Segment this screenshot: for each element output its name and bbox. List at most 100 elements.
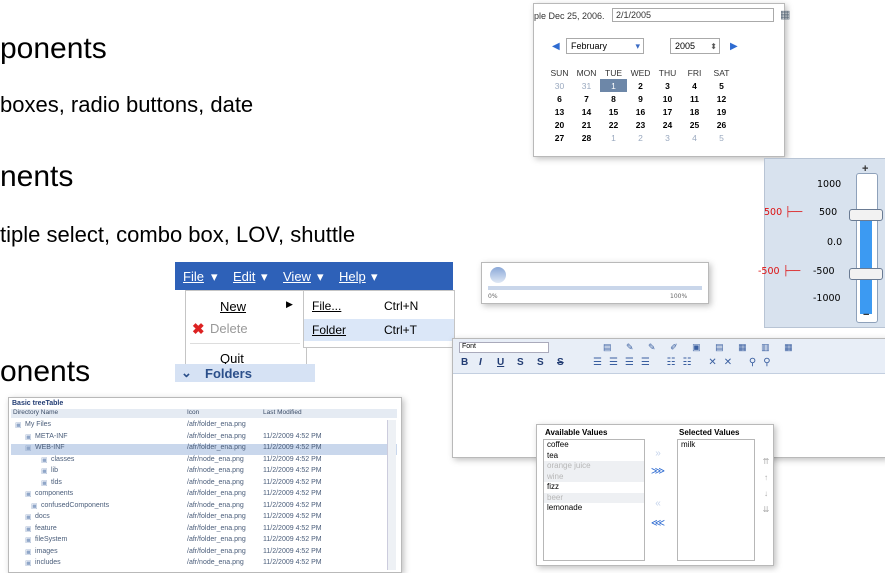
calendar-day[interactable]: 9	[627, 92, 654, 105]
list-item[interactable]: beer	[544, 492, 644, 503]
calendar-day[interactable]: 22	[600, 118, 627, 131]
calendar-day[interactable]: 4	[681, 131, 708, 144]
calendar-day[interactable]: 5	[708, 79, 735, 92]
underline-button[interactable]: U	[497, 357, 504, 368]
calendar-day[interactable]: 18	[681, 105, 708, 118]
menu-edit[interactable]: Edit	[233, 269, 255, 284]
calendar-day[interactable]: 27	[546, 131, 573, 144]
folder-icon: ▣	[25, 525, 32, 533]
available-values-list[interactable]: coffee tea orange juice wine fizz beer lemonad…	[543, 439, 645, 561]
menu-help[interactable]: Help	[339, 269, 366, 284]
menu-item-new[interactable]: New	[220, 299, 246, 314]
calendar-day[interactable]: 15	[600, 105, 627, 118]
strikethrough-button[interactable]: S	[557, 357, 564, 368]
list-item[interactable]: wine	[544, 471, 644, 482]
calendar-day[interactable]: 16	[627, 105, 654, 118]
move-bottom-icon[interactable]: ⇊	[757, 503, 775, 517]
calendar-day[interactable]: 23	[627, 118, 654, 131]
minus-icon[interactable]: −	[863, 309, 869, 321]
calendar-day[interactable]: 21	[573, 118, 600, 131]
table-row[interactable]: ▣ tlds/afr/node_ena.png 11/2/2009 4:52 PM	[11, 479, 397, 490]
calendar-day[interactable]: 1	[600, 131, 627, 144]
list-item[interactable]: lemonade	[544, 503, 644, 514]
menu-view[interactable]: View	[283, 269, 311, 284]
list-item[interactable]: coffee	[544, 440, 644, 451]
submenu-item-folder[interactable]: Folder	[312, 323, 346, 337]
column-header-icon[interactable]: Icon	[187, 409, 199, 416]
move-all-icon[interactable]: ⋙	[649, 465, 667, 479]
slider-lower-thumb[interactable]	[849, 268, 883, 280]
move-top-icon[interactable]: ⇈	[757, 455, 775, 469]
calendar-day[interactable]: 28	[573, 131, 600, 144]
chevron-down-icon[interactable]: ⌄	[181, 365, 192, 381]
calendar-day[interactable]: 2	[627, 79, 654, 92]
bold-button[interactable]: B	[461, 357, 468, 368]
table-row[interactable]: ▣ META-INF/afr/folder_ena.png 11/2/2009 4:…	[11, 433, 397, 444]
align-list-icons[interactable]: ☰☰☰☰ ☷☷ ✕✕ ⚲⚲	[593, 357, 778, 368]
menu-item-delete[interactable]: Delete	[210, 321, 248, 336]
date-input[interactable]: 2/1/2005	[612, 8, 774, 22]
calendar-day[interactable]: 19	[708, 105, 735, 118]
calendar-day[interactable]: 5	[708, 131, 735, 144]
table-row[interactable]: ▣ docs/afr/folder_ena.png 11/2/2009 4:52 P…	[11, 513, 397, 524]
plus-icon[interactable]: +	[862, 163, 868, 175]
remove-icon[interactable]: «	[649, 497, 667, 511]
calendar-day[interactable]: 2	[627, 131, 654, 144]
spinner-icon[interactable]: ⬍	[710, 39, 717, 54]
table-row[interactable]: ▣ images/afr/folder_ena.png 11/2/2009 4:52…	[11, 548, 397, 559]
column-header-modified[interactable]: Last Modified	[263, 409, 302, 416]
table-row[interactable]: ▣ components/afr/folder_ena.png 11/2/2009 …	[11, 490, 397, 501]
move-down-icon[interactable]: ↓	[757, 487, 775, 501]
table-row[interactable]: ▣ confusedComponents/afr/node_ena.png 11/2…	[11, 502, 397, 513]
calendar-day[interactable]: 4	[681, 79, 708, 92]
calendar-day[interactable]: 1	[600, 79, 627, 92]
list-item[interactable]: orange juice	[544, 461, 644, 472]
shuttle-panel: Available Values Selected Values coffee t…	[536, 424, 774, 566]
calendar-day[interactable]: 12	[708, 92, 735, 105]
calendar-icon[interactable]: ▦	[780, 8, 790, 21]
calendar-day[interactable]: 3	[654, 79, 681, 92]
calendar-day[interactable]: 3	[654, 131, 681, 144]
slider-upper-thumb[interactable]	[849, 209, 883, 221]
column-header-name[interactable]: Directory Name	[13, 409, 58, 416]
calendar-day[interactable]: 17	[654, 105, 681, 118]
table-row[interactable]: ▣ fileSystem/afr/folder_ena.png 11/2/2009 …	[11, 536, 397, 547]
move-up-icon[interactable]: ↑	[757, 471, 775, 485]
prev-month-icon[interactable]: ◀	[552, 41, 560, 52]
calendar-day[interactable]: 24	[654, 118, 681, 131]
selected-values-list[interactable]: milk	[677, 439, 755, 561]
calendar-day[interactable]: 26	[708, 118, 735, 131]
tree-scrollbar[interactable]	[387, 420, 396, 570]
calendar-day[interactable]: 7	[573, 92, 600, 105]
calendar-day[interactable]: 13	[546, 105, 573, 118]
calendar-day[interactable]: 31	[573, 79, 600, 92]
calendar-day[interactable]: 6	[546, 92, 573, 105]
next-month-icon[interactable]: ▶	[730, 41, 738, 52]
calendar-day[interactable]: 14	[573, 105, 600, 118]
year-spinner[interactable]: 2005 ⬍	[670, 38, 720, 54]
italic-button[interactable]: I	[479, 357, 482, 368]
move-icon[interactable]: »	[649, 447, 667, 461]
calendar-day[interactable]: 11	[681, 92, 708, 105]
table-row[interactable]: ▣ feature/afr/folder_ena.png 11/2/2009 4:5…	[11, 525, 397, 536]
menu-file[interactable]: File	[183, 269, 204, 284]
table-row[interactable]: ▣ WEB-INF/afr/folder_ena.png 11/2/2009 4:5…	[11, 444, 397, 455]
superscript-button[interactable]: S	[537, 357, 544, 368]
table-row[interactable]: ▣ My Files/afr/folder_ena.png	[11, 421, 397, 432]
list-item[interactable]: fizz	[544, 482, 644, 493]
table-row[interactable]: ▣ includes/afr/node_ena.png 11/2/2009 4:52…	[11, 559, 397, 570]
list-item[interactable]: milk	[678, 440, 754, 451]
calendar-day[interactable]: 20	[546, 118, 573, 131]
table-row[interactable]: ▣ lib/afr/node_ena.png 11/2/2009 4:52 PM	[11, 467, 397, 478]
submenu-item-file[interactable]: File...	[312, 299, 341, 313]
calendar-day[interactable]: 10	[654, 92, 681, 105]
subscript-button[interactable]: S	[517, 357, 524, 368]
calendar-day[interactable]: 30	[546, 79, 573, 92]
calendar-day[interactable]: 25	[681, 118, 708, 131]
calendar-day[interactable]: 8	[600, 92, 627, 105]
table-row[interactable]: ▣ classes/afr/node_ena.png 11/2/2009 4:52 …	[11, 456, 397, 467]
month-select[interactable]: February ▾	[566, 38, 644, 54]
list-item[interactable]: tea	[544, 451, 644, 462]
font-select[interactable]: Font	[459, 342, 549, 353]
remove-all-icon[interactable]: ⋘	[649, 517, 667, 531]
